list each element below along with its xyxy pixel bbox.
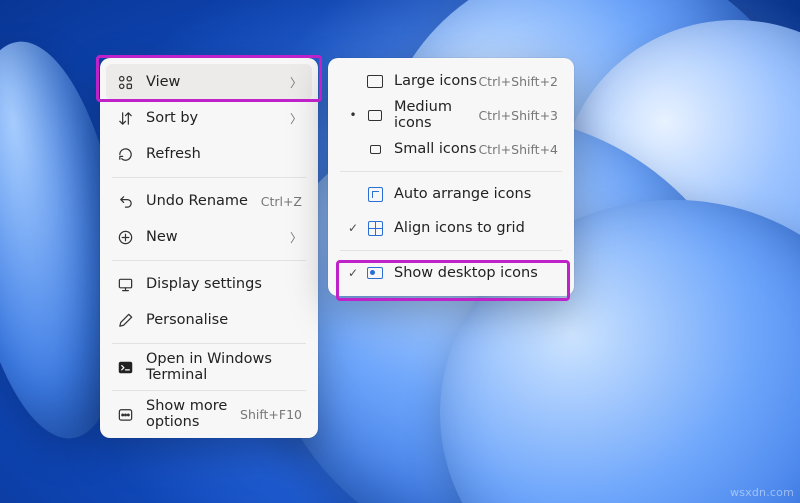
chevron-right-icon: 〉: [284, 74, 302, 91]
menu-label: Large icons: [394, 73, 478, 89]
menu-item-view[interactable]: View 〉: [106, 64, 312, 100]
align-grid-icon: [364, 217, 386, 239]
separator: [112, 390, 306, 391]
separator: [112, 343, 306, 344]
menu-label: Medium icons: [394, 99, 478, 131]
small-icons-icon: [364, 138, 386, 160]
menu-hint: Ctrl+Shift+4: [478, 142, 558, 157]
menu-item-show-more-options[interactable]: Show more options Shift+F10: [106, 396, 312, 432]
menu-label: Auto arrange icons: [394, 186, 558, 202]
menu-hint: Ctrl+Shift+3: [478, 108, 558, 123]
menu-label: Show desktop icons: [394, 265, 558, 281]
menu-item-refresh[interactable]: Refresh: [106, 136, 312, 172]
menu-label: New: [146, 229, 284, 245]
menu-item-new[interactable]: New 〉: [106, 219, 312, 255]
chevron-right-icon: 〉: [284, 229, 302, 246]
menu-label: View: [146, 74, 284, 90]
undo-icon: [114, 190, 136, 212]
separator: [112, 260, 306, 261]
menu-hint: Ctrl+Shift+2: [478, 74, 558, 89]
watermark-text: wsxdn.com: [730, 486, 794, 499]
menu-item-small-icons[interactable]: Small icons Ctrl+Shift+4: [334, 132, 568, 166]
menu-item-auto-arrange[interactable]: Auto arrange icons: [334, 177, 568, 211]
check-indicator: ✓: [342, 221, 364, 235]
sort-icon: [114, 107, 136, 129]
chevron-right-icon: 〉: [284, 110, 302, 127]
menu-label: Open in Windows Terminal: [146, 351, 302, 383]
personalise-icon: [114, 309, 136, 331]
menu-label: Display settings: [146, 276, 302, 292]
menu-label: Align icons to grid: [394, 220, 558, 236]
desktop-icons-icon: [364, 262, 386, 284]
check-indicator: ✓: [342, 266, 364, 280]
display-icon: [114, 273, 136, 295]
menu-label: Personalise: [146, 312, 302, 328]
menu-item-personalise[interactable]: Personalise: [106, 302, 312, 338]
menu-item-large-icons[interactable]: Large icons Ctrl+Shift+2: [334, 64, 568, 98]
radio-indicator: •: [342, 108, 364, 122]
menu-hint: Ctrl+Z: [261, 194, 302, 209]
plus-circle-icon: [114, 226, 136, 248]
menu-item-align-to-grid[interactable]: ✓ Align icons to grid: [334, 211, 568, 245]
desktop-context-menu: View 〉 Sort by 〉 Refresh Undo Rename Ctr…: [100, 58, 318, 438]
separator: [340, 171, 562, 172]
refresh-icon: [114, 143, 136, 165]
more-options-icon: [114, 403, 136, 425]
menu-label: Sort by: [146, 110, 284, 126]
view-icon: [114, 71, 136, 93]
menu-label: Show more options: [146, 398, 240, 430]
large-icons-icon: [364, 70, 386, 92]
menu-item-show-desktop-icons[interactable]: ✓ Show desktop icons: [334, 256, 568, 290]
menu-item-undo-rename[interactable]: Undo Rename Ctrl+Z: [106, 183, 312, 219]
terminal-icon: [114, 356, 136, 378]
menu-item-display-settings[interactable]: Display settings: [106, 266, 312, 302]
menu-label: Refresh: [146, 146, 302, 162]
view-submenu: Large icons Ctrl+Shift+2 • Medium icons …: [328, 58, 574, 296]
separator: [340, 250, 562, 251]
medium-icons-icon: [364, 104, 386, 126]
auto-arrange-icon: [364, 183, 386, 205]
menu-hint: Shift+F10: [240, 407, 302, 422]
menu-item-sort-by[interactable]: Sort by 〉: [106, 100, 312, 136]
separator: [112, 177, 306, 178]
menu-label: Undo Rename: [146, 193, 261, 209]
menu-item-windows-terminal[interactable]: Open in Windows Terminal: [106, 349, 312, 385]
menu-item-medium-icons[interactable]: • Medium icons Ctrl+Shift+3: [334, 98, 568, 132]
menu-label: Small icons: [394, 141, 478, 157]
